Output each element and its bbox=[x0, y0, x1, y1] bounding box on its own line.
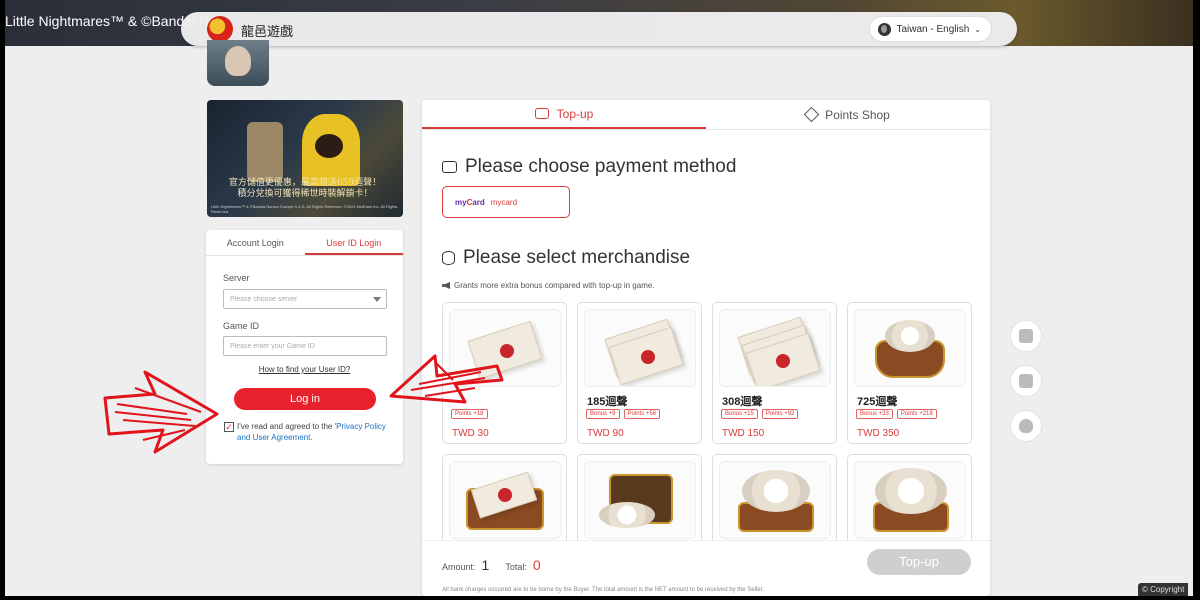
how-to-find-user-id-link[interactable]: How to find your User ID? bbox=[206, 365, 403, 374]
merch-name: 725迴聲 bbox=[857, 396, 898, 408]
caret-down-icon bbox=[373, 297, 381, 302]
payment-option-mycard[interactable]: myCard mycard bbox=[442, 186, 570, 218]
letter-chest-large-item-image bbox=[854, 461, 966, 539]
merch-price: TWD 30 bbox=[452, 428, 489, 439]
merch-badges: Bonus +33 Points +218 bbox=[856, 409, 937, 419]
bonus-note: Grants more extra bonus compared with to… bbox=[442, 281, 655, 290]
envelope-cart-item-image bbox=[584, 461, 696, 539]
game-avatar bbox=[207, 40, 269, 86]
promo-banner[interactable]: 官方儲值更優惠，最高贈送659迴聲！ 積分兌換可獲得稀世時裝解鎖卡！ Littl… bbox=[207, 100, 403, 217]
server-label: Server bbox=[223, 273, 250, 283]
tab-account-login[interactable]: Account Login bbox=[206, 230, 305, 255]
points-badge: Points +92 bbox=[761, 409, 799, 419]
brand-logo-icon[interactable] bbox=[207, 16, 233, 42]
speaker-icon bbox=[442, 282, 450, 289]
merch-card[interactable]: 185迴聲 Bonus +9 Points +56 TWD 90 bbox=[577, 302, 702, 444]
envelope-tray-item-image bbox=[449, 461, 561, 539]
promo-caption-line1: 官方儲值更優惠，最高贈送659迴聲！ bbox=[228, 178, 382, 188]
top-up-button[interactable]: Top-up bbox=[867, 549, 971, 575]
agree-text: I've read and agreed to the 'Privacy Pol… bbox=[237, 421, 387, 443]
navbar: 龍邑遊戲 Taiwan - English ⌄ bbox=[181, 12, 1017, 46]
merch-badges: Bonus +9 Points +56 bbox=[586, 409, 661, 419]
bonus-badge: Bonus +15 bbox=[721, 409, 758, 419]
merch-title-text: Please select merchandise bbox=[463, 247, 691, 268]
promo-caption-line2: 積分兌換可獲得稀世時裝解鎖卡！ bbox=[237, 189, 373, 199]
game-id-input[interactable]: Please enter your Game ID bbox=[223, 336, 387, 356]
mycard-logo-icon: myCard bbox=[455, 197, 485, 207]
coins-icon bbox=[534, 108, 549, 119]
tab-top-up-label: Top-up bbox=[556, 106, 594, 121]
total-value: 0 bbox=[532, 557, 541, 573]
game-id-label: Game ID bbox=[223, 321, 260, 331]
merch-badges: Bonus +15 Points +92 bbox=[721, 409, 799, 419]
monitor-icon bbox=[1019, 329, 1033, 343]
treasure-pouch-item-image bbox=[854, 309, 966, 387]
language-selector[interactable]: Taiwan - English ⌄ bbox=[870, 17, 991, 41]
payment-option-label: mycard bbox=[490, 197, 518, 207]
merch-card[interactable]: 725迴聲 Bonus +33 Points +218 TWD 350 bbox=[847, 302, 972, 444]
promo-character-art bbox=[247, 122, 283, 182]
merch-name: 185迴聲 bbox=[587, 396, 628, 408]
merch-name: 308迴聲 bbox=[722, 396, 763, 408]
server-select[interactable]: Please choose server bbox=[223, 289, 387, 309]
merch-card[interactable]: 308迴聲 Bonus +15 Points +92 TWD 150 bbox=[712, 302, 837, 444]
promo-face-art bbox=[315, 134, 343, 158]
main-panel: Top-up Points Shop Please choose payment… bbox=[422, 100, 990, 596]
envelope-bundle-item-image bbox=[719, 309, 831, 387]
payment-section-title: Please choose payment method bbox=[442, 156, 736, 178]
user-center-button[interactable] bbox=[1010, 410, 1042, 442]
tab-user-id-login[interactable]: User ID Login bbox=[304, 230, 403, 255]
points-badge: Points +56 bbox=[623, 409, 661, 419]
amount-value: 1 bbox=[481, 557, 490, 573]
bonus-note-text: Grants more extra bonus compared with to… bbox=[454, 281, 655, 290]
bookmark-button[interactable] bbox=[1010, 365, 1042, 397]
wallet-icon bbox=[442, 161, 457, 173]
amount-summary: Amount: 1 Total: 0 bbox=[442, 557, 541, 573]
agree-checkbox[interactable]: ✓ bbox=[224, 422, 234, 432]
envelope-stack-item-image bbox=[584, 309, 696, 387]
promo-fine-print: Little Nightmares™ & ©Bandai Namco Europ… bbox=[211, 204, 398, 214]
login-button[interactable]: Log in bbox=[234, 388, 376, 410]
bonus-badge: Bonus +9 bbox=[586, 409, 620, 419]
tab-top-up[interactable]: Top-up bbox=[422, 100, 706, 129]
letter-chest-item-image bbox=[719, 461, 831, 539]
tab-points-shop[interactable]: Points Shop bbox=[706, 100, 990, 129]
merch-badges: Points +18 bbox=[451, 409, 488, 419]
merch-price: TWD 90 bbox=[587, 428, 624, 439]
amount-label: Amount: bbox=[442, 562, 476, 572]
user-icon bbox=[1019, 419, 1033, 433]
disclaimer-text: All bank charges occurred are to be born… bbox=[442, 587, 764, 593]
customer-service-button[interactable] bbox=[1010, 320, 1042, 352]
envelope-item-image bbox=[449, 309, 561, 387]
banner-copyright-text: Little Nightmares™ & ©Bandai N bbox=[5, 13, 210, 29]
language-label: Taiwan - English bbox=[896, 23, 970, 35]
agree-text-prefix: I've read and agreed to the bbox=[237, 422, 335, 431]
globe-icon bbox=[878, 22, 892, 36]
payment-title-text: Please choose payment method bbox=[465, 156, 737, 177]
brand-name[interactable]: 龍邑遊戲 bbox=[241, 21, 293, 40]
merch-section-title: Please select merchandise bbox=[442, 247, 690, 269]
login-panel: Account Login User ID Login Server Pleas… bbox=[206, 230, 403, 464]
points-badge: Points +218 bbox=[896, 409, 937, 419]
merch-card[interactable]: Points +18 TWD 30 bbox=[442, 302, 567, 444]
server-placeholder: Please choose server bbox=[230, 296, 298, 303]
chevron-down-icon: ⌄ bbox=[974, 24, 981, 34]
left-arrow-annotation bbox=[103, 370, 219, 454]
total-label: Total: bbox=[505, 562, 527, 572]
copyright-tag: © Copyright bbox=[1138, 583, 1189, 596]
merch-price: TWD 350 bbox=[857, 428, 900, 439]
bookmark-icon bbox=[1019, 374, 1033, 388]
merch-price: TWD 150 bbox=[722, 428, 765, 439]
bonus-badge: Bonus +33 bbox=[856, 409, 893, 419]
promo-caption: 官方儲值更優惠，最高贈送659迴聲！ 積分兌換可獲得稀世時裝解鎖卡！ bbox=[207, 178, 403, 200]
checkout-bar: Amount: 1 Total: 0 Top-up All bank charg… bbox=[422, 540, 990, 596]
login-tabs: Account Login User ID Login bbox=[206, 230, 403, 256]
points-badge: Points +18 bbox=[451, 409, 488, 419]
main-tabs: Top-up Points Shop bbox=[422, 100, 990, 130]
diamond-icon bbox=[803, 106, 820, 123]
page-frame: Little Nightmares™ & ©Bandai N 龍邑遊戲 Taiw… bbox=[5, 0, 1193, 596]
tab-points-shop-label: Points Shop bbox=[825, 107, 890, 122]
coins-stack-icon bbox=[442, 251, 455, 265]
